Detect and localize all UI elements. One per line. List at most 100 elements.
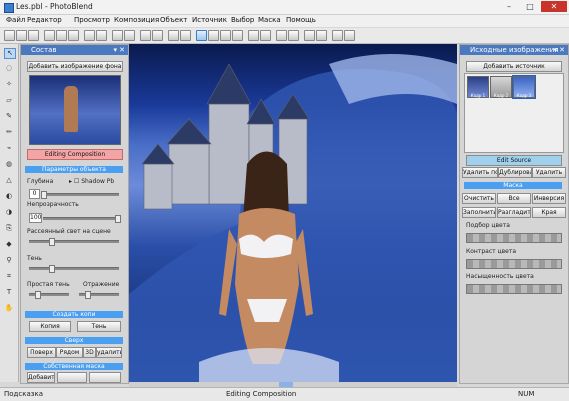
source-thumb-3[interactable]: Кадр 3 [512,75,536,99]
smooth-mask-button[interactable]: Разгладить [497,207,531,218]
add-source-button[interactable]: Добавить источник [466,61,562,72]
layer-up-icon[interactable] [112,30,123,41]
open-icon[interactable] [16,30,27,41]
opacity-slider[interactable] [43,215,121,223]
reflection-slider[interactable] [79,291,119,299]
burn-tool-icon[interactable]: ◑ [4,208,14,217]
editing-composition-button[interactable]: Editing Composition [27,149,123,160]
settings-icon[interactable] [332,30,343,41]
color-tool-icon[interactable]: ◆ [4,240,14,249]
magic-wand-tool-icon[interactable]: ✧ [4,80,14,89]
source-thumb-1[interactable]: Кадр 1 [467,76,489,98]
edges-button[interactable]: Края [532,207,566,218]
save-icon[interactable] [28,30,39,41]
3d-button[interactable]: 3D [83,347,96,358]
source-thumb-2[interactable]: Кадр 2 [490,76,512,98]
add-mask-button[interactable]: Добавить [27,372,55,383]
text-tool-icon[interactable]: T [4,288,14,297]
eraser-tool-icon[interactable]: ▱ [4,96,14,105]
restore-tool-icon[interactable]: ✎ [4,112,14,121]
simple-shadow-slider[interactable] [29,291,69,299]
dodge-tool-icon[interactable]: ◐ [4,192,14,201]
sharpen-tool-icon[interactable]: △ [4,176,14,185]
lasso-tool-icon[interactable]: ◌ [4,64,14,73]
depth-slider[interactable] [41,191,119,199]
simple-shadow-knob[interactable] [35,291,41,299]
mask-option-button-3[interactable] [89,372,121,383]
composition-canvas[interactable] [129,44,457,382]
grid-icon[interactable] [260,30,271,41]
copy-button[interactable]: Копия [29,321,71,332]
render-icon[interactable] [288,30,299,41]
shadow-button[interactable]: Тень [77,321,121,332]
minimize-button[interactable]: – [499,1,519,12]
scatter-light-knob[interactable] [49,238,55,246]
redo-icon[interactable] [96,30,107,41]
new-icon[interactable] [4,30,15,41]
brush-icon[interactable] [180,30,191,41]
add-background-button[interactable]: Добавить изображение фона [27,61,123,72]
depth-value[interactable]: 0 [29,189,40,199]
paste-icon[interactable] [68,30,79,41]
shadow-slider-knob[interactable] [49,265,55,273]
undo-icon[interactable] [84,30,95,41]
menu-selection[interactable]: Выбор [231,16,254,24]
invert-mask-button[interactable]: Инверсия [532,193,566,204]
edit-source-button[interactable]: Edit Source [466,155,562,166]
menu-source[interactable]: Источник [192,16,227,24]
menu-composition[interactable]: Композиция [114,16,159,24]
shadow-slider[interactable] [29,265,119,273]
clear-mask-button[interactable]: Очистить [462,193,496,204]
hand-tool-icon[interactable]: ✋ [4,304,14,313]
opacity-value[interactable]: 100 [29,213,42,223]
brush-tool-icon[interactable]: ✏ [4,128,14,137]
move-icon[interactable] [248,30,259,41]
zoom-out-icon[interactable] [232,30,243,41]
scatter-light-slider[interactable] [29,238,119,246]
remove-background-button[interactable]: Удалить посл. [462,167,498,178]
fill-gaps-button[interactable]: Заполнить [462,207,496,218]
pin-icon[interactable]: ▾ [113,45,117,55]
opacity-slider-knob[interactable] [115,215,121,223]
clone-tool-icon[interactable]: ⎘ [4,224,14,233]
zoom-icon[interactable] [196,30,207,41]
bring-up-button[interactable]: Поверх [27,347,56,358]
pin-icon[interactable]: ▾ [553,45,557,55]
shadow-pb-checkbox[interactable]: ▸ ☐ Shadow Pb [69,178,114,185]
zoom-fit-icon[interactable] [208,30,219,41]
zoom-in-icon[interactable] [220,30,231,41]
cut-icon[interactable] [44,30,55,41]
close-button[interactable]: ✕ [541,1,567,12]
saturation-bar[interactable] [466,259,562,269]
reflection-knob[interactable] [85,291,91,299]
preview-icon[interactable] [276,30,287,41]
brightness-bar[interactable] [466,284,562,294]
menu-mask[interactable]: Маска [258,16,281,24]
export-icon[interactable] [304,30,315,41]
blur-tool-icon[interactable]: ◍ [4,160,14,169]
panel-close-icon[interactable]: ✕ [559,45,565,55]
duplicate-button[interactable]: Дублировать [498,167,532,178]
smudge-tool-icon[interactable]: ⌁ [4,144,14,153]
crop-tool-icon[interactable]: ⌗ [4,272,14,281]
layer-down-icon[interactable] [124,30,135,41]
hue-bar[interactable] [466,233,562,243]
bring-down-button[interactable]: Рядом [56,347,83,358]
fill-mask-button[interactable]: Все [497,193,531,204]
flip-icon[interactable] [140,30,151,41]
delete-object-button[interactable]: удалить [96,347,122,358]
panel-close-icon[interactable]: ✕ [119,45,125,55]
maximize-button[interactable]: □ [520,1,540,12]
mask-icon[interactable] [168,30,179,41]
mask-option-button-2[interactable] [57,372,87,383]
eyedropper-tool-icon[interactable]: ⚲ [4,256,14,265]
menu-object[interactable]: Объект [160,16,187,24]
pointer-tool-icon[interactable]: ↖ [4,48,16,59]
help-icon[interactable] [344,30,355,41]
delete-source-button[interactable]: Удалить [532,167,566,178]
menu-help[interactable]: Помощь [286,16,316,24]
menu-view[interactable]: Просмотр [74,16,110,24]
copy-icon[interactable] [56,30,67,41]
menu-file[interactable]: Файл [6,16,25,24]
print-icon[interactable] [316,30,327,41]
